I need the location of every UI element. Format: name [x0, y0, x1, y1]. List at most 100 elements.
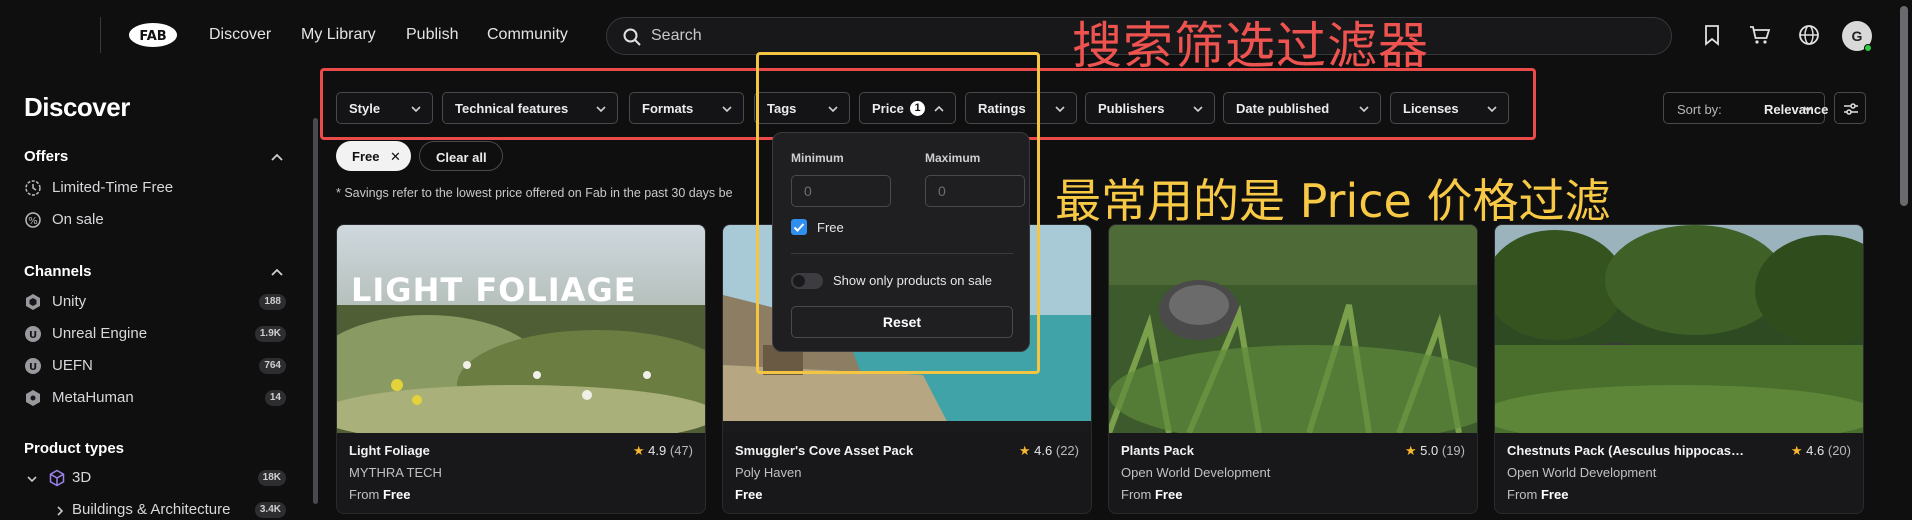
sidebar-item-limited-time-free[interactable]: Limited-Time Free — [24, 176, 286, 200]
sidebar-scrollbar[interactable] — [313, 118, 318, 504]
cube-icon — [49, 469, 65, 487]
price-value: Free — [382, 487, 411, 502]
sidebar-title: Discover — [24, 92, 130, 122]
price-value: Free — [1540, 487, 1569, 502]
annotation-note: 最常用的是 Price 价格过滤 — [1055, 174, 1611, 228]
clock-icon — [25, 180, 41, 196]
svg-text:U: U — [29, 362, 37, 373]
sidebar-item-label: On sale — [52, 211, 104, 228]
sidebar-item-on-sale[interactable]: % On sale — [24, 208, 286, 232]
svg-text:%: % — [28, 216, 38, 227]
price-prefix: From — [1121, 487, 1152, 502]
publisher-name[interactable]: Open World Development — [1121, 465, 1270, 480]
star-icon: ★ — [632, 443, 645, 458]
rating-value: 5.0 — [1420, 443, 1439, 458]
product-name[interactable]: Chestnuts Pack (Aesculus hippocastan... — [1507, 443, 1747, 458]
product-name[interactable]: Light Foliage — [349, 443, 430, 458]
product-rating: ★ 4.6 (20) — [1791, 443, 1851, 459]
sidebar-item-3d[interactable]: 3D 18K — [24, 466, 286, 490]
sidebar-item-label: UEFN — [52, 357, 93, 374]
star-icon: ★ — [1790, 443, 1803, 458]
review-count: (19) — [1441, 443, 1465, 458]
savings-note: * Savings refer to the lowest price offe… — [336, 186, 733, 200]
product-card[interactable]: Chestnuts Pack (Aesculus hippocastan... … — [1494, 224, 1864, 514]
rating-value: 4.6 — [1034, 443, 1053, 458]
sliders-icon — [1844, 103, 1858, 115]
product-card[interactable]: Plants Pack ★ 5.0 (19) Open World Develo… — [1108, 224, 1478, 514]
bookmark-icon[interactable] — [1700, 23, 1724, 47]
nav-publish[interactable]: Publish — [406, 26, 458, 44]
publisher-name[interactable]: Open World Development — [1507, 465, 1656, 480]
active-filter-free[interactable]: Free ✕ — [336, 141, 411, 171]
thumbnail-title: LIGHT FOLIAGE — [351, 271, 637, 309]
sort-value: Relevance — [1764, 102, 1829, 117]
svg-text:FAB: FAB — [139, 29, 166, 44]
nav-discover[interactable]: Discover — [209, 26, 271, 44]
sidebar-item-buildings-architecture[interactable]: Buildings & Architecture 3.4K — [24, 498, 286, 520]
star-icon: ★ — [1018, 443, 1031, 458]
chevron-up-icon[interactable] — [270, 265, 284, 279]
divider — [100, 17, 101, 53]
product-thumbnail — [1495, 225, 1863, 433]
uefn-icon: U — [25, 358, 41, 374]
price-prefix: From — [1507, 487, 1538, 502]
sidebar-item-label: Unity — [52, 293, 87, 310]
chevron-up-icon[interactable] — [270, 150, 284, 164]
product-types-section-title[interactable]: Product types — [24, 440, 124, 457]
count-badge: 188 — [259, 294, 286, 310]
product-price: From Free — [1121, 487, 1182, 502]
sidebar-item-label: MetaHuman — [52, 389, 134, 406]
sidebar-item-label: Unreal Engine — [52, 325, 148, 342]
nav-my-library[interactable]: My Library — [301, 26, 376, 44]
offers-section-title[interactable]: Offers — [24, 148, 68, 165]
product-rating: ★ 5.0 (19) — [1405, 443, 1465, 459]
product-thumbnail — [1109, 225, 1477, 433]
close-icon[interactable]: ✕ — [390, 149, 401, 165]
product-card[interactable]: LIGHT FOLIAGE Light Foliage ★ 4.9 (47) M… — [336, 224, 706, 514]
count-badge: 3.4K — [254, 502, 286, 518]
page-scrollbar[interactable] — [1900, 6, 1908, 206]
price-value: Free — [1154, 487, 1183, 502]
online-status-dot — [1864, 44, 1872, 52]
sidebar-item-metahuman[interactable]: MetaHuman 14 — [24, 386, 286, 410]
count-badge: 18K — [257, 470, 286, 486]
count-badge: 14 — [264, 390, 286, 406]
rating-value: 4.6 — [1806, 443, 1825, 458]
cart-icon[interactable] — [1748, 23, 1772, 47]
chevron-down-icon[interactable] — [26, 473, 38, 485]
product-rating: ★ 4.6 (22) — [1019, 443, 1079, 459]
sort-dropdown[interactable]: Sort by: Relevance — [1663, 92, 1829, 124]
chevron-right-icon[interactable] — [54, 505, 66, 517]
sidebar: Discover Offers Limited-Time Free % On s… — [0, 70, 300, 520]
review-count: (47) — [669, 443, 693, 458]
svg-text:U: U — [29, 330, 37, 341]
price-prefix: From — [349, 487, 380, 502]
nav-community[interactable]: Community — [487, 26, 568, 44]
publisher-name[interactable]: MYTHRA TECH — [349, 465, 442, 480]
product-name[interactable]: Smuggler's Cove Asset Pack — [735, 443, 913, 458]
sidebar-item-label: Buildings & Architecture — [72, 501, 231, 518]
review-count: (20) — [1827, 443, 1851, 458]
sort-label: Sort by: — [1677, 102, 1722, 117]
advanced-filters-button[interactable] — [1834, 92, 1866, 124]
product-price: From Free — [349, 487, 410, 502]
publisher-name[interactable]: Poly Haven — [735, 465, 801, 480]
count-badge: 1.9K — [254, 326, 286, 342]
sidebar-item-unity[interactable]: Unity 188 — [24, 290, 286, 314]
fab-logo[interactable]: FAB — [128, 22, 178, 48]
search-icon — [623, 28, 641, 46]
price-annotation-frame — [756, 52, 1040, 374]
channels-section-title[interactable]: Channels — [24, 263, 92, 280]
sidebar-item-uefn[interactable]: U UEFN 764 — [24, 354, 286, 378]
product-name[interactable]: Plants Pack — [1121, 443, 1194, 458]
sidebar-item-unreal-engine[interactable]: U Unreal Engine 1.9K — [24, 322, 286, 346]
clear-all-button[interactable]: Clear all — [419, 141, 503, 171]
sidebar-item-label: Limited-Time Free — [52, 179, 174, 196]
chevron-down-icon — [1803, 106, 1813, 113]
product-thumbnail — [337, 225, 705, 433]
rating-value: 4.9 — [648, 443, 667, 458]
sale-tag-icon: % — [25, 212, 41, 228]
unity-icon — [26, 294, 40, 310]
active-filter-label: Free — [352, 149, 380, 164]
globe-icon[interactable] — [1797, 23, 1821, 47]
